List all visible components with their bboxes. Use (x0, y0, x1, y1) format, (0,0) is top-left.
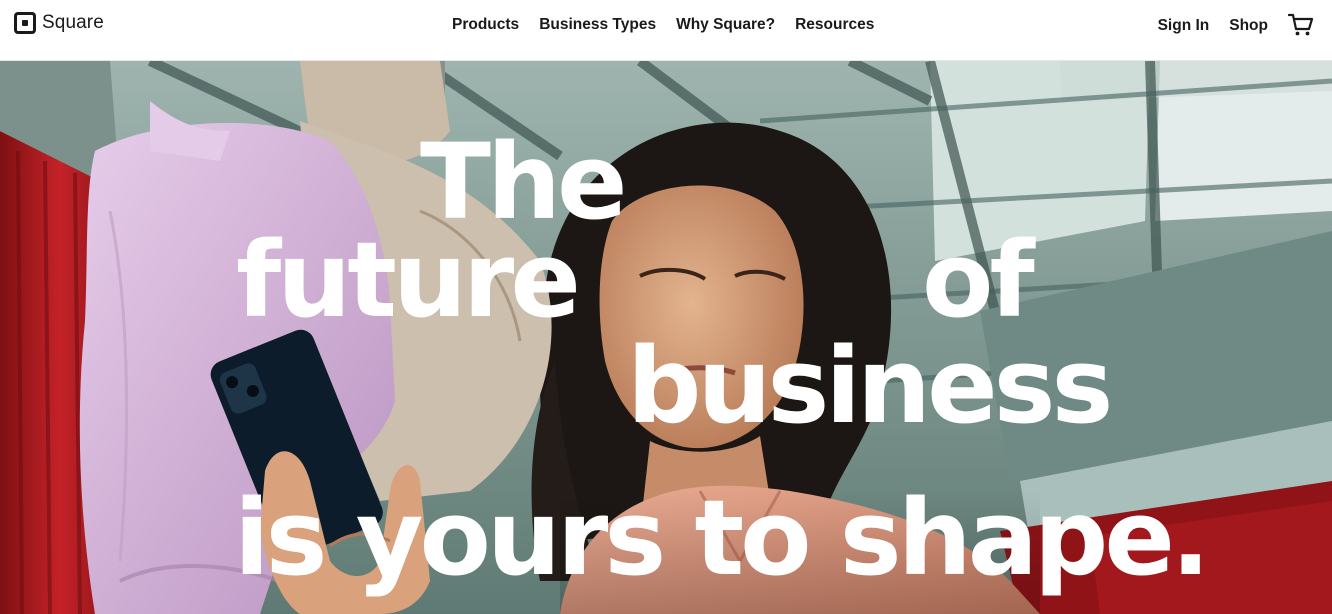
top-navigation: Square Products Business Types Why Squar… (0, 0, 1332, 61)
shopping-cart-icon[interactable] (1288, 12, 1314, 38)
headline-word-future: future (236, 219, 581, 341)
nav-business-types[interactable]: Business Types (539, 14, 656, 35)
square-home-link[interactable]: Square (14, 12, 104, 34)
shop-link[interactable]: Shop (1229, 15, 1268, 36)
utility-menu: Sign In Shop (1158, 12, 1314, 38)
brand-name: Square (42, 12, 104, 33)
headline-word-of: of (922, 219, 1035, 341)
square-logo-icon (14, 12, 36, 34)
sign-in-link[interactable]: Sign In (1158, 15, 1210, 36)
nav-why-square[interactable]: Why Square? (676, 14, 775, 35)
headline-word-business: business (627, 325, 1113, 447)
nav-products[interactable]: Products (452, 14, 519, 35)
main-menu: Products Business Types Why Square? Reso… (452, 14, 874, 35)
headline-line-shape: is yours to shape. (234, 477, 1210, 599)
nav-resources[interactable]: Resources (795, 14, 874, 35)
hero-banner: The future of business is yours to shape… (0, 61, 1332, 614)
